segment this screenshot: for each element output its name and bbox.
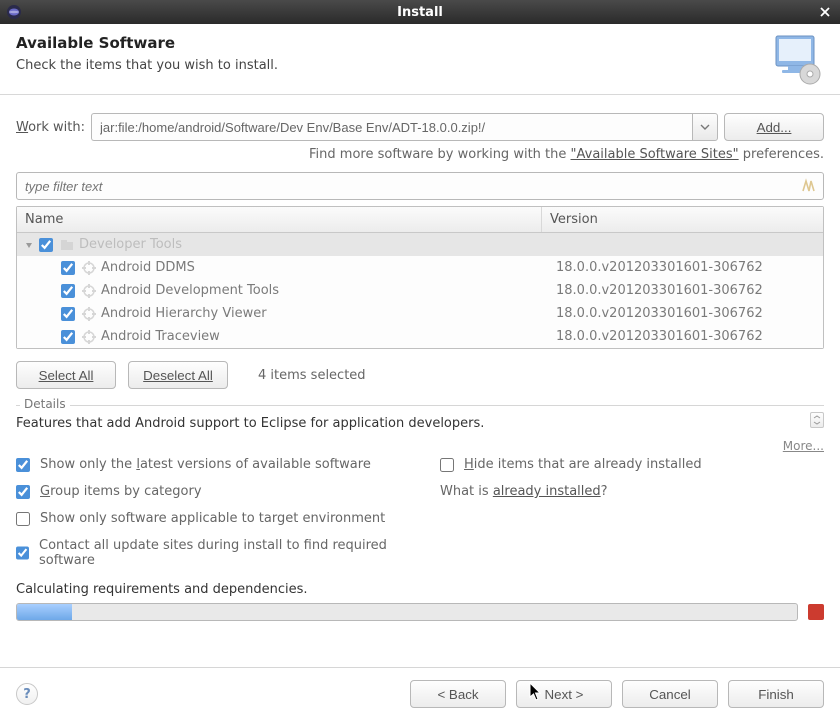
item-checkbox[interactable] (61, 261, 75, 275)
details-text: Features that add Android support to Ecl… (16, 414, 824, 431)
item-version: 18.0.0.v201203301601-306762 (548, 283, 823, 298)
wizard-header: Available Software Check the items that … (0, 24, 840, 95)
select-all-button[interactable]: Select All (16, 361, 116, 389)
deselect-all-button[interactable]: Deselect All (128, 361, 228, 389)
show-applicable-checkbox[interactable] (16, 512, 30, 526)
item-checkbox[interactable] (61, 284, 75, 298)
group-by-category-checkbox[interactable] (16, 485, 30, 499)
tree-header: Name Version (17, 207, 823, 233)
install-options: Show only the latest versions of availab… (16, 457, 824, 568)
available-software-sites-link[interactable]: "Available Software Sites" (571, 147, 739, 162)
progress-bar (16, 603, 798, 621)
filter-input[interactable] (16, 172, 824, 200)
show-applicable-option[interactable]: Show only software applicable to target … (16, 511, 400, 526)
page-subtitle: Check the items that you wish to install… (16, 58, 758, 73)
item-name: Android DDMS (101, 260, 195, 275)
details-more-link[interactable]: More... (16, 439, 824, 453)
item-version: 18.0.0.v201203301601-306762 (548, 306, 823, 321)
tree-item-row[interactable]: Android Development Tools 18.0.0.v201203… (17, 279, 823, 302)
category-icon (59, 237, 75, 253)
tree-category-row[interactable]: Developer Tools (17, 233, 823, 256)
page-title: Available Software (16, 34, 758, 52)
hide-installed-option[interactable]: Hide items that are already installed (440, 457, 824, 472)
show-latest-option[interactable]: Show only the latest versions of availab… (16, 457, 400, 472)
status-text: Calculating requirements and dependencie… (16, 582, 824, 597)
column-version[interactable]: Version (542, 207, 823, 232)
work-with-input[interactable] (91, 113, 692, 141)
available-sites-hint: Find more software by working with the "… (16, 147, 824, 162)
item-version: 18.0.0.v201203301601-306762 (548, 329, 823, 344)
item-checkbox[interactable] (61, 330, 75, 344)
item-version: 18.0.0.v201203301601-306762 (548, 260, 823, 275)
item-name: Android Development Tools (101, 283, 279, 298)
item-checkbox[interactable] (61, 307, 75, 321)
hide-installed-checkbox[interactable] (440, 458, 454, 472)
window-titlebar: Install (0, 0, 840, 24)
help-button[interactable]: ? (16, 683, 38, 705)
eclipse-icon (6, 4, 22, 20)
plugin-icon (81, 306, 97, 322)
tree-item-row[interactable]: Android Traceview 18.0.0.v201203301601-3… (17, 325, 823, 348)
already-installed-link[interactable]: already installed (493, 484, 601, 499)
show-latest-checkbox[interactable] (16, 458, 30, 472)
work-with-label: Work with: (16, 120, 85, 135)
wizard-footer: ? < Back Next > Cancel Finish (0, 667, 840, 720)
plugin-icon (81, 260, 97, 276)
cancel-button[interactable]: Cancel (622, 680, 718, 708)
tree-item-row[interactable]: Android DDMS 18.0.0.v201203301601-306762 (17, 256, 823, 279)
details-scroll-icon[interactable] (810, 412, 824, 428)
contact-update-sites-checkbox[interactable] (16, 546, 29, 560)
add-site-button[interactable]: Add... (724, 113, 824, 141)
finish-button[interactable]: Finish (728, 680, 824, 708)
details-group: Details Features that add Android suppor… (16, 405, 824, 453)
category-checkbox[interactable] (39, 238, 53, 252)
item-name: Android Hierarchy Viewer (101, 306, 267, 321)
back-button[interactable]: < Back (410, 680, 506, 708)
selected-count-label: 4 items selected (258, 368, 366, 383)
item-name: Android Traceview (101, 329, 220, 344)
plugin-icon (81, 283, 97, 299)
contact-update-sites-option[interactable]: Contact all update sites during install … (16, 538, 400, 568)
next-button[interactable]: Next > (516, 680, 612, 708)
work-with-combo[interactable] (91, 113, 718, 141)
stop-button[interactable] (808, 604, 824, 620)
already-installed-hint: What is already installed? (440, 484, 824, 499)
work-with-dropdown-button[interactable] (692, 113, 718, 141)
expand-toggle-icon[interactable] (23, 239, 35, 251)
clear-filter-icon[interactable] (800, 177, 818, 195)
tree-item-row[interactable]: Android Hierarchy Viewer 18.0.0.v2012033… (17, 302, 823, 325)
group-by-category-option[interactable]: Group items by category (16, 484, 400, 499)
details-legend: Details (20, 397, 70, 411)
column-name[interactable]: Name (17, 207, 542, 232)
plugin-icon (81, 329, 97, 345)
category-label: Developer Tools (79, 237, 182, 252)
window-close-button[interactable] (816, 3, 834, 21)
software-tree: Name Version Developer Tools (16, 206, 824, 349)
install-banner-icon (770, 32, 824, 86)
window-title: Install (397, 5, 443, 20)
